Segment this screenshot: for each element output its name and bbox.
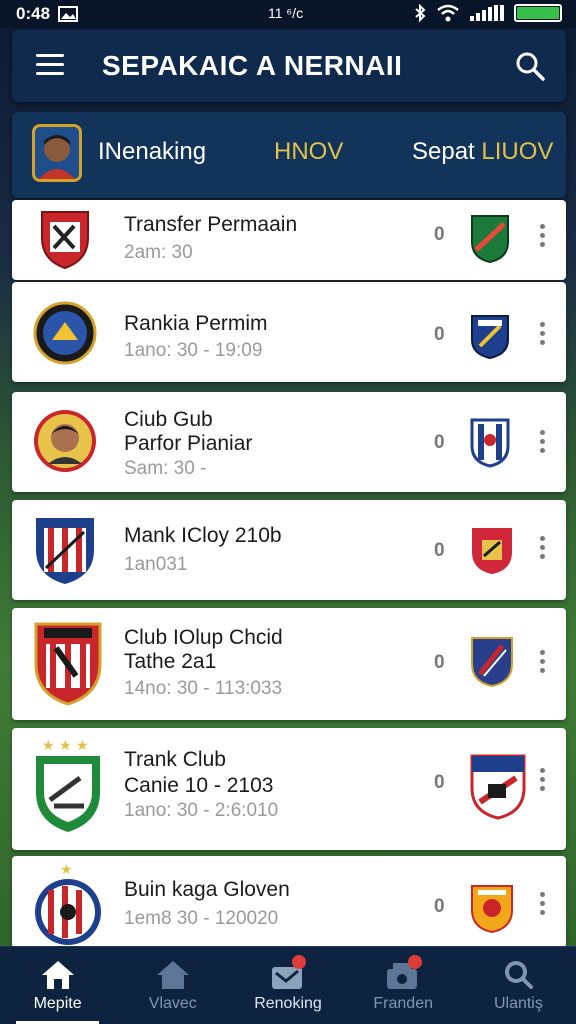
nav-home-label: Mepite [33,994,82,1012]
team-badge-icon [470,418,510,468]
menu-icon[interactable] [36,54,64,76]
list-item[interactable]: ★ Buin kaga Gloven 1em8 30 - 120020 0 [12,856,566,948]
home-icon [41,960,74,989]
list-item[interactable]: Rankia Permim 1ano: 30 - 19:09 0 [12,282,566,382]
search-icon[interactable] [514,50,546,82]
nav-ranking-label: Renoking [254,994,322,1012]
item-time: 1ano: 30 - 19:09 [124,340,263,361]
club-crest-icon [33,301,97,365]
home-outline-icon [156,960,189,989]
club-crest-icon [34,410,96,472]
tab-live-prefix: Sepat [412,138,482,165]
item-title-line2: Parfor Pianiar [124,432,253,455]
item-score: 0 [434,432,445,453]
item-title: Mank ICloy 210b [124,524,282,547]
team-badge-icon [471,315,509,360]
item-time: 1an031 [124,554,188,575]
more-options-icon[interactable] [540,650,548,677]
nav-home[interactable]: Mepite [0,947,115,1024]
nav-search-label: Ulantiş [493,994,543,1012]
list-item[interactable]: Ciub Gub Parfor Pianiar Sam: 30 - 0 [12,392,566,492]
avatar[interactable] [32,124,82,182]
status-bar: 0:48 11 ⁶/ᴄ [0,0,576,28]
item-time: 1em8 30 - 120020 [124,908,279,929]
tab-live[interactable]: Sepat LIUOV [412,138,553,166]
wifi-icon [437,4,459,22]
item-score: 0 [434,772,445,793]
item-time: 1ano: 30 - 2:6:010 [124,800,279,821]
search-icon [505,960,534,989]
status-center-text: 11 ⁶/ᴄ [268,5,304,21]
nav-ranking[interactable]: Renoking [230,947,345,1024]
bottom-nav: Mepite Vlavec Renoking Franden Ulantiş [0,946,576,1024]
list-item[interactable]: Mank ICloy 210b 1an031 0 [12,500,566,600]
more-options-icon[interactable] [540,224,548,251]
status-time: 0:48 [16,4,51,23]
item-title-line1: Trank Club [124,748,226,771]
more-options-icon[interactable] [540,430,548,457]
item-time: 2am: 30 [124,242,193,263]
more-options-icon[interactable] [540,536,548,563]
club-crest-icon: ★ [35,862,101,945]
more-options-icon[interactable] [540,892,548,919]
battery-icon [514,4,562,22]
list-item[interactable]: Club IOlup Chcid Tathe 2a1 14no: 30 - 11… [12,608,566,720]
nav-search[interactable]: Ulantiş [461,947,576,1024]
notification-badge [407,955,422,969]
item-title-line2: Tathe 2a1 [124,650,217,673]
item-title-line1: Ciub Gub [124,408,213,431]
item-score: 0 [434,324,445,345]
item-score: 0 [434,896,445,917]
club-crest-icon [41,211,89,270]
item-score: 0 [434,540,445,561]
item-title-line2: Canie 10 - 2103 [124,774,274,797]
team-badge-icon [471,885,513,934]
svg-text:★ ★ ★: ★ ★ ★ [42,738,89,754]
team-badge-icon [470,754,526,820]
item-title: Rankia Permim [124,312,268,335]
list-item[interactable]: ★ ★ ★ Trank Club Canie 10 - 2103 1ano: 3… [12,728,566,850]
nav-second-label: Vlavec [148,994,197,1012]
team-badge-icon [471,215,509,264]
sub-header: INenaking HNOV Sepat LIUOV [12,112,566,198]
list-item[interactable]: Transfer Permaain 2am: 30 0 [12,200,566,280]
item-title: Buin kaga Gloven [124,878,290,901]
page-title: SEPAKAIC A NERNAII [102,50,403,81]
bluetooth-icon [415,4,426,22]
item-time: Sam: 30 - [124,458,207,479]
signal-icon [470,5,504,21]
item-title: Transfer Permaain [124,213,298,236]
item-score: 0 [434,224,445,245]
tab-now[interactable]: HNOV [274,138,343,166]
club-crest-icon [36,518,94,584]
nav-friends[interactable]: Franden [346,947,461,1024]
nav-friends-label: Franden [373,994,433,1012]
item-score: 0 [434,652,445,673]
club-crest-icon [34,622,102,706]
item-title-line1: Club IOlup Chcid [124,626,283,649]
svg-text:★: ★ [60,862,73,878]
more-options-icon[interactable] [540,768,548,795]
more-options-icon[interactable] [540,322,548,349]
team-badge-icon [471,637,513,688]
club-crest-icon: ★ ★ ★ [36,738,100,832]
tab-live-highlight: LIUOV [481,138,554,165]
tab-ranking[interactable]: INenaking [98,138,206,166]
image-icon [58,6,79,22]
app-bar: SEPAKAIC A NERNAII [12,30,566,102]
nav-second[interactable]: Vlavec [115,947,230,1024]
item-time: 14no: 30 - 113:033 [124,678,283,699]
team-badge-icon [472,528,512,574]
